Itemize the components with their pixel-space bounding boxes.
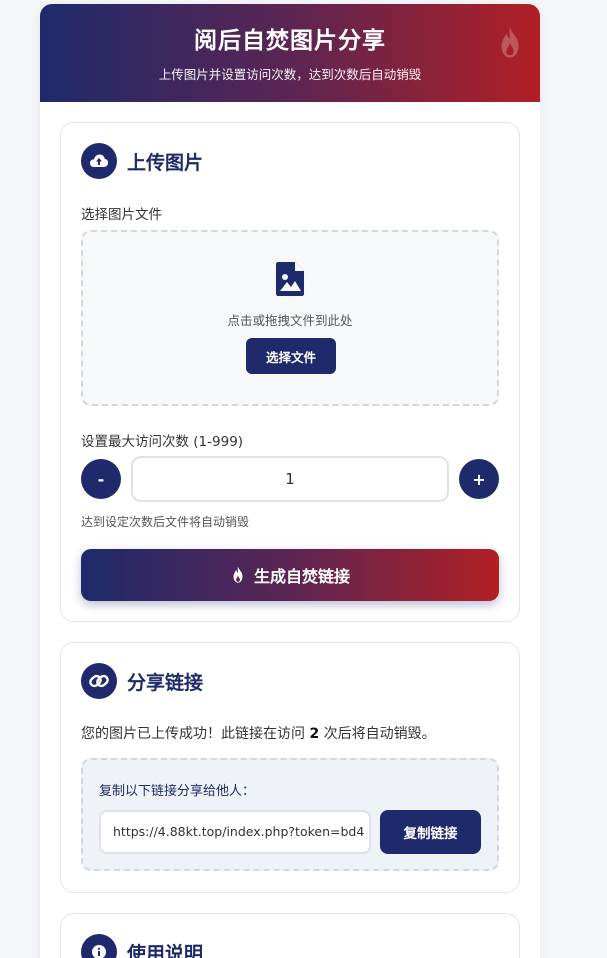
- help-card: 使用说明: [60, 913, 520, 958]
- fire-icon: [501, 27, 519, 58]
- page-subtitle: 上传图片并设置访问次数，达到次数后自动销毁: [158, 67, 422, 82]
- cloud-upload-icon: [81, 143, 117, 179]
- fire-icon: [233, 566, 243, 583]
- upload-card: 上传图片 选择图片文件 点击或拖拽文件到此处 选择文件 设置最大访问次数 (1-…: [60, 122, 520, 622]
- share-link-field[interactable]: https://4.88kt.top/index.php?token=bd4: [99, 810, 371, 854]
- file-dropzone[interactable]: 点击或拖拽文件到此处 选择文件: [81, 230, 499, 406]
- increment-button[interactable]: +: [459, 459, 499, 499]
- generate-link-label: 生成自焚链接: [253, 567, 350, 586]
- decrement-button[interactable]: -: [81, 459, 121, 499]
- link-icon: [81, 663, 117, 699]
- copy-link-button[interactable]: 复制链接: [380, 810, 481, 854]
- share-card-title: 分享链接: [127, 671, 204, 694]
- upload-card-title: 上传图片: [127, 151, 204, 174]
- share-card-header: 分享链接: [81, 663, 203, 699]
- app-container: 阅后自焚图片分享 上传图片并设置访问次数，达到次数后自动销毁 上传图片 选择图片…: [40, 4, 540, 958]
- share-message: 您的图片已上传成功！此链接在访问 2 次后将自动销毁。: [81, 723, 436, 743]
- page-title: 阅后自焚图片分享: [194, 28, 386, 54]
- header: 阅后自焚图片分享 上传图片并设置访问次数，达到次数后自动销毁: [40, 4, 540, 102]
- share-message-prefix: 您的图片已上传成功！此链接在访问: [81, 726, 305, 742]
- visit-count-input[interactable]: [131, 456, 449, 502]
- dropzone-hint: 点击或拖拽文件到此处: [227, 313, 353, 328]
- share-card: 分享链接 您的图片已上传成功！此链接在访问 2 次后将自动销毁。 复制以下链接分…: [60, 642, 520, 893]
- count-label: 设置最大访问次数 (1-999): [81, 434, 244, 450]
- share-visit-count: 2: [309, 726, 320, 742]
- image-file-icon: [276, 262, 304, 296]
- count-help-text: 达到设定次数后文件将自动销毁: [81, 515, 250, 529]
- info-icon: [81, 934, 117, 958]
- copy-link-box: 复制以下链接分享给他人： https://4.88kt.top/index.ph…: [81, 758, 499, 871]
- share-message-suffix: 次后将自动销毁。: [323, 726, 436, 742]
- upload-card-header: 上传图片: [81, 143, 203, 179]
- copy-link-label: 复制以下链接分享给他人：: [99, 784, 256, 799]
- help-card-header: 使用说明: [81, 934, 203, 958]
- file-label: 选择图片文件: [81, 207, 162, 223]
- help-card-title: 使用说明: [127, 942, 204, 958]
- generate-link-button[interactable]: 生成自焚链接: [81, 549, 499, 601]
- select-file-button[interactable]: 选择文件: [246, 338, 336, 374]
